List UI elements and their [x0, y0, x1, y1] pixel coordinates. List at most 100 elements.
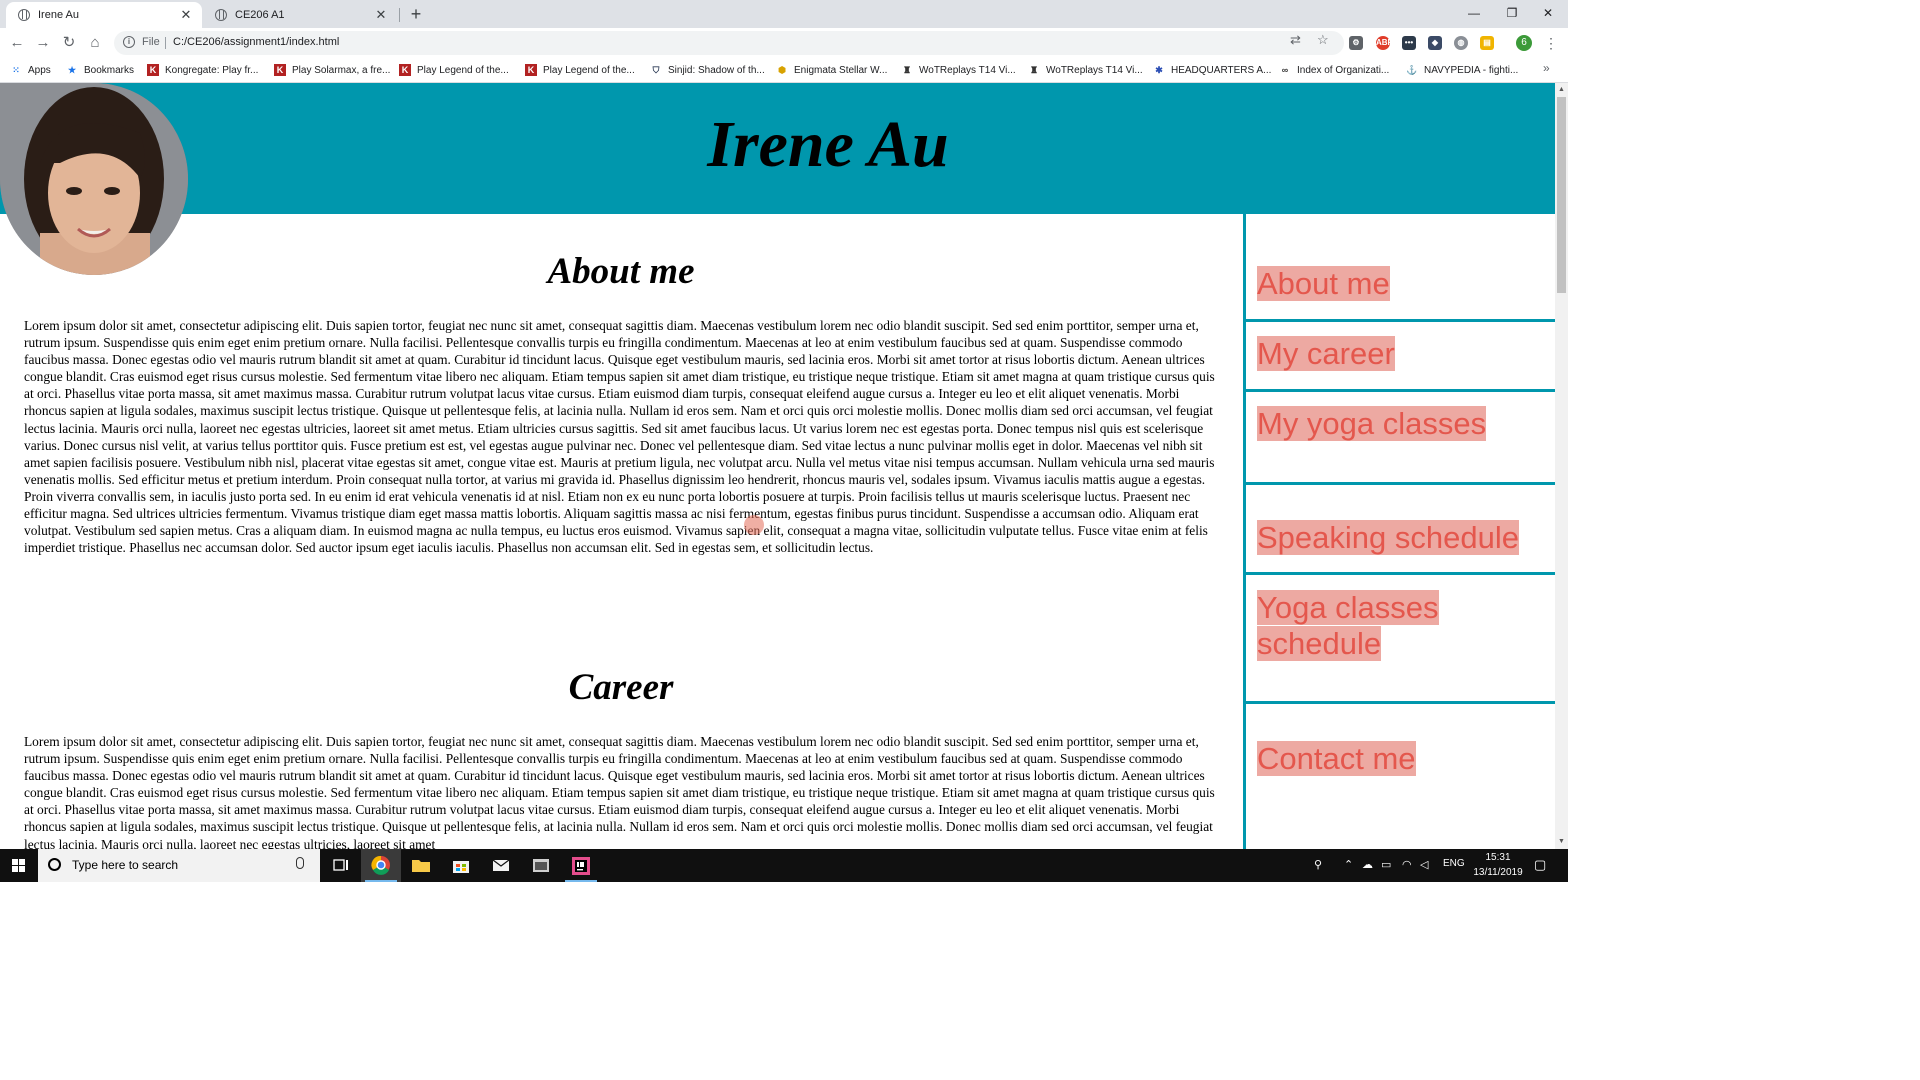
sidebar-nav: About me My career My yoga classes Speak…	[1243, 214, 1555, 849]
taskbar-search-box[interactable]: Type here to search	[38, 849, 320, 882]
taskbar-file-explorer[interactable]	[401, 849, 441, 882]
close-tab-icon[interactable]: ✕	[373, 7, 389, 23]
about-heading: About me	[547, 251, 695, 292]
extension-globe-icon[interactable]: ◍	[1454, 36, 1468, 50]
nav-link-label: Contact me	[1257, 741, 1416, 776]
bookmark-enigmata[interactable]: ⬢ Enigmata Stellar W...	[776, 62, 887, 78]
taskbar-chrome[interactable]	[361, 849, 401, 882]
app-window-icon	[533, 859, 549, 872]
mail-icon	[492, 859, 510, 871]
minimize-icon[interactable]: —	[1460, 2, 1488, 24]
reload-icon[interactable]: ↻	[58, 32, 80, 54]
language-indicator[interactable]: ENG	[1443, 858, 1465, 869]
search-placeholder: Type here to search	[72, 858, 179, 872]
start-button[interactable]	[0, 849, 38, 882]
nav-link-label: Speaking schedule	[1257, 520, 1519, 555]
profile-avatar[interactable]: 6	[1516, 35, 1532, 51]
taskbar-intellij[interactable]	[561, 849, 601, 882]
onedrive-icon[interactable]: ☁	[1362, 858, 1373, 871]
bookmark-bookmarks[interactable]: ★ Bookmarks	[66, 62, 134, 78]
battery-icon[interactable]: ▭	[1381, 858, 1391, 871]
forward-icon[interactable]: →	[32, 32, 54, 54]
bookmark-star-icon[interactable]: ☆	[1317, 33, 1329, 47]
nav-link-my-career[interactable]: My career	[1257, 336, 1547, 372]
web-page: Irene Au About me Lorem ipsum dolor sit …	[0, 83, 1555, 849]
career-paragraph: Lorem ipsum dolor sit amet, consectetur …	[24, 734, 1215, 849]
extension-page-icon[interactable]: ▤	[1480, 36, 1494, 50]
tab-irene-au[interactable]: Irene Au ✕	[6, 2, 202, 28]
nav-link-yoga-classes-schedule[interactable]: Yoga classes schedule	[1257, 590, 1547, 662]
taskbar-mail[interactable]	[481, 849, 521, 882]
bookmark-label: Play Solarmax, a fre...	[292, 64, 391, 76]
extension-settings-icon[interactable]: ⚙	[1349, 36, 1363, 50]
folder-icon	[412, 860, 430, 872]
extension-dots-icon[interactable]: •••	[1402, 36, 1416, 50]
restore-icon[interactable]: ❐	[1498, 2, 1526, 24]
clock-date[interactable]: 13/11/2019	[1468, 867, 1528, 878]
address-bar[interactable]: i File C:/CE206/assignment1/index.html	[114, 31, 1344, 55]
kongregate-icon: K	[274, 64, 286, 76]
tab-strip: Irene Au ✕ CE206 A1 ✕ + — ❐ ✕	[0, 0, 1568, 28]
bookmark-wotreplays-2[interactable]: ♜ WoTReplays T14 Vi...	[1028, 62, 1143, 78]
bookmark-legend-2[interactable]: K Play Legend of the...	[525, 62, 635, 78]
bookmarks-overflow-icon[interactable]: »	[1543, 61, 1550, 75]
clock-time[interactable]: 15:31	[1478, 852, 1518, 863]
bookmarks-bar: ⁙ Apps ★ Bookmarks K Kongregate: Play fr…	[0, 58, 1568, 83]
active-app-indicator	[565, 880, 597, 882]
bookmark-navypedia[interactable]: ⚓ NAVYPEDIA - fighti...	[1406, 62, 1518, 78]
windows-taskbar: Type here to search ⚲ ⌃ ☁ ▭ ◠ ◁ ENG 15:3…	[0, 849, 1568, 882]
url-separator	[165, 37, 166, 49]
nav-link-label: My career	[1257, 336, 1395, 371]
bookmark-index-organization[interactable]: ∞ Index of Organizati...	[1279, 62, 1390, 78]
profile-photo	[0, 83, 188, 275]
bookmark-solarmax[interactable]: K Play Solarmax, a fre...	[274, 62, 390, 78]
badge-icon: ⬢	[778, 65, 786, 75]
extension-shield-icon[interactable]: ◆	[1428, 36, 1442, 50]
info-icon[interactable]: i	[123, 36, 135, 48]
nav-link-my-yoga-classes[interactable]: My yoga classes	[1257, 406, 1547, 442]
bookmark-apps[interactable]: ⁙ Apps	[10, 62, 51, 78]
task-view-button[interactable]	[320, 849, 360, 882]
kongregate-icon: K	[147, 64, 159, 76]
microphone-icon[interactable]	[296, 857, 304, 869]
page-scrollbar[interactable]: ▲ ▼	[1555, 83, 1568, 849]
more-menu-icon[interactable]: ⋮	[1544, 34, 1558, 52]
volume-icon[interactable]: ◁	[1420, 858, 1428, 871]
home-icon[interactable]: ⌂	[84, 32, 106, 54]
nav-link-label: My yoga classes	[1257, 406, 1487, 441]
tab-separator	[399, 8, 400, 22]
bookmark-sinjid[interactable]: ⛉ Sinjid: Shadow of th...	[650, 62, 765, 78]
nav-divider	[1246, 389, 1555, 392]
bookmark-label: Enigmata Stellar W...	[794, 64, 888, 76]
notifications-icon[interactable]: ▢	[1534, 857, 1546, 873]
scroll-down-icon[interactable]: ▼	[1555, 837, 1568, 847]
chrome-icon	[371, 855, 390, 875]
url-text[interactable]: C:/CE206/assignment1/index.html	[173, 36, 339, 48]
nav-link-speaking-schedule[interactable]: Speaking schedule	[1257, 520, 1547, 556]
new-tab-icon[interactable]: +	[406, 4, 426, 24]
scroll-thumb[interactable]	[1557, 97, 1566, 293]
bookmark-legend-1[interactable]: K Play Legend of the...	[399, 62, 509, 78]
organization-icon: ∞	[1281, 65, 1289, 75]
scroll-up-icon[interactable]: ▲	[1555, 85, 1568, 95]
translate-icon[interactable]: ⇄	[1290, 33, 1301, 47]
tray-chevron-up-icon[interactable]: ⌃	[1344, 858, 1353, 871]
nav-link-contact-me[interactable]: Contact me	[1257, 741, 1547, 777]
taskbar-store[interactable]	[441, 849, 481, 882]
globe-icon	[215, 9, 227, 21]
bookmark-wotreplays-1[interactable]: ♜ WoTReplays T14 Vi...	[901, 62, 1016, 78]
close-tab-icon[interactable]: ✕	[178, 7, 194, 23]
taskbar-app-window[interactable]	[521, 849, 561, 882]
wotreplays-icon: ♜	[902, 65, 912, 75]
nav-link-about-me[interactable]: About me	[1257, 266, 1547, 302]
close-window-icon[interactable]: ✕	[1534, 2, 1562, 24]
adblock-icon[interactable]: ABP	[1376, 36, 1393, 50]
shield-icon: ⛉	[652, 65, 660, 75]
back-icon[interactable]: ←	[6, 32, 28, 54]
bookmark-headquarters[interactable]: ✱ HEADQUARTERS A...	[1153, 62, 1271, 78]
tab-ce206-a1[interactable]: CE206 A1 ✕	[203, 2, 397, 28]
bookmark-kongregate[interactable]: K Kongregate: Play fr...	[147, 62, 258, 78]
bookmark-label: Index of Organizati...	[1297, 64, 1390, 76]
people-icon[interactable]: ⚲	[1314, 858, 1322, 871]
wifi-icon[interactable]: ◠	[1402, 858, 1412, 871]
